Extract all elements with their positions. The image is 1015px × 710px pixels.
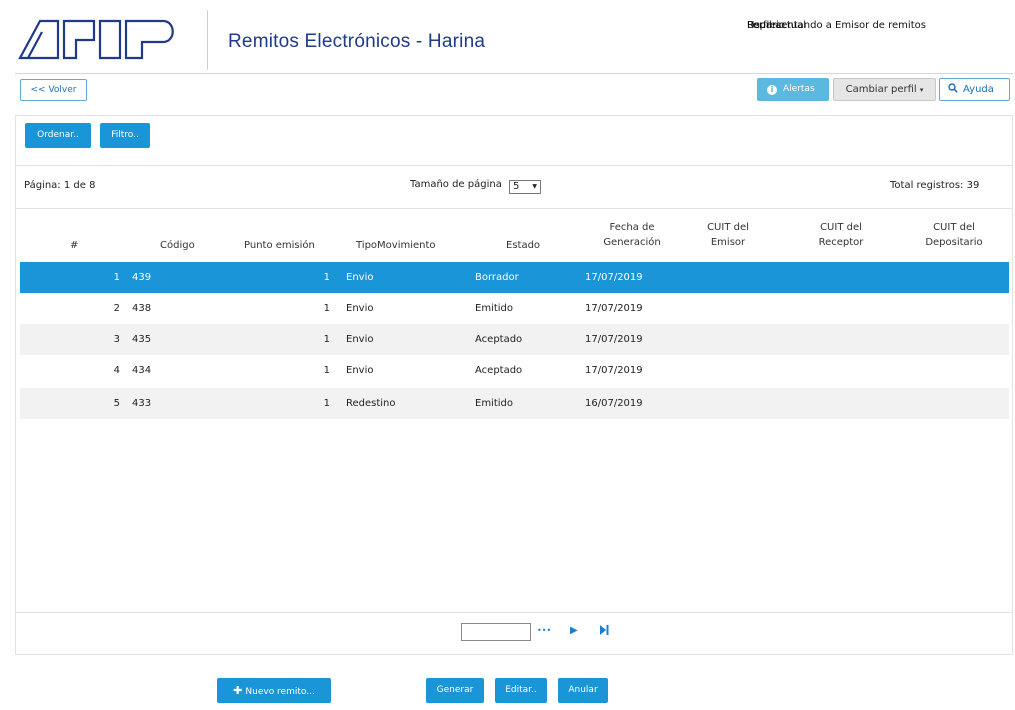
plus-icon: ✚ <box>233 684 243 697</box>
next-page-icon[interactable]: ▶ <box>570 625 578 636</box>
cell-state: Emitido <box>475 303 514 314</box>
info-icon: i <box>767 85 777 95</box>
header-separator <box>15 73 1013 74</box>
header-divider <box>207 10 208 70</box>
cell-type: Redestino <box>346 398 396 409</box>
cell-state: Emitido <box>475 398 514 409</box>
back-button[interactable]: << Volver <box>20 79 87 101</box>
table-row[interactable]: 4 434 1 Envio Aceptado 17/07/2019 <box>20 355 1009 386</box>
cell-num: 1 <box>113 272 120 283</box>
page-indicator: Página: 1 de 8 <box>24 180 95 191</box>
cell-point: 1 <box>323 303 330 314</box>
panel-separator <box>15 208 1013 209</box>
afip-logo <box>18 19 174 60</box>
column-header-emitter-line1: CUIT del <box>707 222 749 233</box>
chevron-down-icon: ▼ <box>532 183 538 190</box>
page-label: Página: <box>24 180 61 191</box>
cell-date: 17/07/2019 <box>585 365 643 376</box>
cell-point: 1 <box>323 334 330 345</box>
profile-label: Perfil actual <box>747 20 806 31</box>
cell-type: Envio <box>346 365 374 376</box>
column-header-receiver-line1: CUIT del <box>820 222 862 233</box>
page-size-value: 5 <box>513 181 520 192</box>
table-row[interactable]: 1 439 1 Envio Borrador 17/07/2019 <box>20 262 1009 293</box>
chevron-down-icon: ▾ <box>919 86 924 94</box>
column-header-receiver[interactable]: CUIT del Receptor <box>810 220 872 250</box>
total-records: Total registros: 39 <box>890 180 979 191</box>
cell-code: 434 <box>132 365 152 376</box>
cell-num: 5 <box>113 398 120 409</box>
page-value: 1 de 8 <box>63 180 96 191</box>
column-header-depositary[interactable]: CUIT del Depositario <box>916 220 992 250</box>
change-profile-label: Cambiar perfil <box>845 84 917 95</box>
last-page-icon[interactable] <box>600 625 609 638</box>
cell-num: 4 <box>113 365 120 376</box>
page-title: Remitos Electrónicos - Harina <box>228 31 486 52</box>
column-header-point[interactable]: Punto emisión <box>244 238 315 253</box>
cell-code: 435 <box>132 334 152 345</box>
table-row[interactable]: 3 435 1 Envio Aceptado 17/07/2019 <box>20 324 1009 355</box>
help-label: Ayuda <box>963 84 994 95</box>
column-header-date[interactable]: Fecha de Generación <box>596 220 668 250</box>
cell-type: Envio <box>346 303 374 314</box>
user-info: Usuario Representando a Perfil actual Em… <box>727 20 1015 51</box>
total-label: Total registros: <box>890 180 964 191</box>
search-icon <box>948 83 958 93</box>
total-value: 39 <box>966 180 980 191</box>
column-header-state[interactable]: Estado <box>506 238 540 253</box>
page-size-select[interactable]: 5 ▼ <box>509 180 542 194</box>
column-header-emitter[interactable]: CUIT del Emisor <box>700 220 756 250</box>
cell-code: 433 <box>132 398 152 409</box>
cell-code: 438 <box>132 303 152 314</box>
cell-date: 17/07/2019 <box>585 303 643 314</box>
column-header-depositary-line1: CUIT del <box>933 222 975 233</box>
generate-button[interactable]: Generar <box>426 678 484 703</box>
column-header-receiver-line2: Receptor <box>818 237 864 248</box>
cell-type: Envio <box>346 272 374 283</box>
column-header-type[interactable]: TipoMovimiento <box>356 238 436 253</box>
filter-button[interactable]: Filtro.. <box>100 123 150 148</box>
cell-point: 1 <box>323 272 330 283</box>
page-number-input[interactable] <box>461 623 531 641</box>
column-header-date-line1: Fecha de <box>609 222 655 233</box>
alerts-button[interactable]: i Alertas <box>757 78 829 101</box>
cell-num: 3 <box>113 334 120 345</box>
column-header-date-line2: Generación <box>603 237 661 248</box>
new-remito-label: Nuevo remito... <box>245 687 315 697</box>
cell-state: Borrador <box>475 272 519 283</box>
cell-num: 2 <box>113 303 120 314</box>
cell-code: 439 <box>132 272 152 283</box>
cell-point: 1 <box>323 365 330 376</box>
more-icon[interactable]: ••• <box>537 626 551 635</box>
sort-button[interactable]: Ordenar.. <box>25 123 91 148</box>
cell-date: 17/07/2019 <box>585 272 643 283</box>
page-size-label: Tamaño de página <box>410 179 502 190</box>
profile-value: Emisor de remitos <box>835 20 926 31</box>
cell-type: Envio <box>346 334 374 345</box>
cell-state: Aceptado <box>475 365 523 376</box>
new-remito-button[interactable]: ✚ Nuevo remito... <box>217 678 331 703</box>
panel-separator <box>15 165 1013 166</box>
cell-point: 1 <box>323 398 330 409</box>
cell-date: 16/07/2019 <box>585 398 643 409</box>
table-row[interactable]: 5 433 1 Redestino Emitido 16/07/2019 <box>20 388 1009 419</box>
column-header-depositary-line2: Depositario <box>925 237 983 248</box>
table-row[interactable]: 2 438 1 Envio Emitido 17/07/2019 <box>20 293 1009 324</box>
cell-date: 17/07/2019 <box>585 334 643 345</box>
column-header-num[interactable]: # <box>70 238 78 253</box>
table-footer-separator <box>15 612 1013 613</box>
app-header: Remitos Electrónicos - Harina Usuario Re… <box>0 0 1015 74</box>
column-header-code[interactable]: Código <box>160 238 195 253</box>
column-header-emitter-line2: Emisor <box>710 237 746 248</box>
help-button[interactable]: Ayuda <box>939 78 1010 101</box>
page-size-control: Tamaño de página 5 ▼ <box>410 179 542 194</box>
cell-state: Aceptado <box>475 334 523 345</box>
change-profile-dropdown[interactable]: Cambiar perfil ▾ <box>833 78 936 101</box>
edit-button[interactable]: Editar.. <box>495 678 547 703</box>
alerts-label: Alertas <box>783 84 815 94</box>
cancel-remito-button[interactable]: Anular <box>558 678 608 703</box>
